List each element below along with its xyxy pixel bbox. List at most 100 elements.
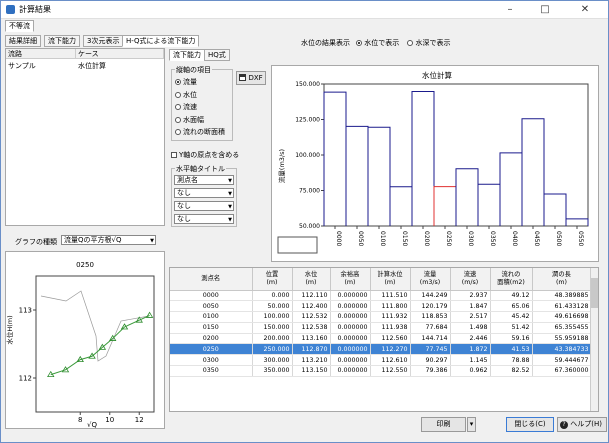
table-cell: 350.000 xyxy=(252,365,293,377)
x-tick-label: 0150 xyxy=(401,231,408,246)
table-cell: 0300 xyxy=(170,354,253,367)
x-tick-label: 0550 xyxy=(577,231,584,246)
table-row[interactable]: 0200 200.000 113.160 0.000000 112.560 144.714… xyxy=(170,333,592,345)
case-list-header-channel: 流路 xyxy=(6,49,76,59)
table-cell: 67.360000 xyxy=(532,365,592,377)
dxf-button[interactable]: DXF xyxy=(236,71,266,85)
graph-type-select[interactable]: 流量Qの平方根√Q ▼ xyxy=(61,235,156,245)
table-cell: 0.000 xyxy=(252,290,293,302)
table-header-cell[interactable]: 流量 (m3/s) xyxy=(410,268,451,291)
table-cell: 112.870 xyxy=(292,343,331,356)
yaxis-origin-checkbox[interactable]: Y軸の原点を含める xyxy=(171,150,239,160)
main-chart: 水位計算 流量(m3/s) 150.000 125.000 100.000 75.00… xyxy=(277,70,589,254)
yaxis-options: 流量 水位 流速 水面幅 流れの断面積 xyxy=(175,76,225,139)
table-cell: 250.000 xyxy=(252,343,293,356)
small-chart-title: 0250 xyxy=(76,261,94,269)
subtab-hq[interactable]: HQ式 xyxy=(204,49,230,61)
table-header-cell[interactable]: 測点名 xyxy=(170,268,253,291)
xaxis-select-4[interactable]: なし ▼ xyxy=(174,214,234,224)
xaxis-select-3[interactable]: なし ▼ xyxy=(174,201,234,211)
radio-flow[interactable]: 流量 xyxy=(175,76,225,89)
tab-result-detail[interactable]: 結果詳細 xyxy=(5,35,41,47)
radio-water-depth[interactable]: 水深で表示 xyxy=(407,39,450,47)
table-row[interactable]: 0350 350.000 113.150 0.000000 112.550 79.386 0… xyxy=(170,365,592,377)
table-cell: 112.610 xyxy=(370,354,411,367)
table-cell: 61.433128 xyxy=(532,300,592,313)
maximize-icon[interactable]: □ xyxy=(531,1,559,19)
radio-water-level[interactable]: 水位で表示 xyxy=(356,39,399,47)
xaxis-select-2[interactable]: なし ▼ xyxy=(174,188,234,198)
tab-unsteady[interactable]: 不等流 xyxy=(5,20,34,32)
table-cell: 300.000 xyxy=(252,354,293,367)
table-header-cell[interactable]: 位置 (m) xyxy=(252,268,293,291)
table-row[interactable]: 0100 100.000 112.532 0.000000 111.932 118.853… xyxy=(170,311,592,323)
radio-surface-width[interactable]: 水面幅 xyxy=(175,114,225,127)
yaxis-group: 縦軸の項目 流量 水位 流速 水面幅 流れの断面積 xyxy=(171,65,233,141)
table-header-cell[interactable]: 潤の長 (m) xyxy=(532,268,592,291)
calc-result-window: 計算結果 – □ ✕ 不等流 結果詳細 流下能力 3次元表示 H-Q式による流下… xyxy=(0,0,609,443)
x-tick-label: 0000 xyxy=(335,231,342,246)
y-tick-label: 100.000 xyxy=(295,152,320,159)
table-cell: 2.517 xyxy=(450,311,491,323)
app-icon xyxy=(6,5,15,14)
x-tick-label: 0350 xyxy=(489,231,496,246)
dropdown-arrow-icon: ▼ xyxy=(150,238,154,244)
table-cell: 45.42 xyxy=(490,311,533,323)
table-cell: 111.510 xyxy=(370,290,411,302)
table-row[interactable]: 0250 250.000 112.870 0.000000 112.270 77.745 1… xyxy=(170,343,592,356)
table-cell: 112.532 xyxy=(292,311,331,323)
table-header-cell[interactable]: 計算水位 (m) xyxy=(370,268,411,291)
table-cell: 0.000000 xyxy=(330,333,371,345)
table-cell: 0350 xyxy=(170,365,253,377)
table-cell: 112.550 xyxy=(370,365,411,377)
tab-flow-capacity[interactable]: 流下能力 xyxy=(44,35,80,47)
minimize-icon[interactable]: – xyxy=(496,1,524,19)
table-cell: 2.937 xyxy=(450,290,491,302)
table-header-cell[interactable]: 流れの 面積(m2) xyxy=(490,268,533,291)
scrollbar-thumb[interactable] xyxy=(591,278,598,308)
case-row-case[interactable]: 水位計算 xyxy=(78,61,106,71)
table-header-cell[interactable]: 水位 (m) xyxy=(292,268,331,291)
main-chart-ylabel: 流量(m3/s) xyxy=(277,149,286,183)
table-cell: 65.06 xyxy=(490,300,533,313)
table-row[interactable]: 0300 300.000 113.210 0.000000 112.610 90.297 1… xyxy=(170,354,592,367)
table-row[interactable]: 0150 150.000 112.538 0.000000 111.938 77.684 1… xyxy=(170,322,592,334)
radio-velocity[interactable]: 流速 xyxy=(175,101,225,114)
subtab-flow-capacity[interactable]: 流下能力 xyxy=(169,49,205,61)
table-cell: 0.000000 xyxy=(330,354,371,367)
table-cell: 0150 xyxy=(170,322,253,334)
table-row[interactable]: 0050 50.000 112.400 0.000000 111.800 120.179 1… xyxy=(170,300,592,313)
radio-area[interactable]: 流れの断面積 xyxy=(175,126,225,139)
table-cell: 49.616698 xyxy=(532,311,592,323)
close-button[interactable]: 閉じる(C) xyxy=(506,417,554,432)
close-icon[interactable]: ✕ xyxy=(571,1,599,19)
table-cell: 112.538 xyxy=(292,322,331,334)
table-cell: 90.297 xyxy=(410,354,451,367)
table-cell: 59.16 xyxy=(490,333,533,345)
case-row-channel[interactable]: サンプル xyxy=(8,61,36,71)
print-dropdown[interactable]: ▾ xyxy=(467,417,476,432)
table-cell: 50.000 xyxy=(252,300,293,313)
table-cell: 48.389885 xyxy=(532,290,592,302)
xaxis-select-1[interactable]: 測点名 ▼ xyxy=(174,175,234,185)
table-header-cell[interactable]: 流速 (m/s) xyxy=(450,268,491,291)
tab-3d[interactable]: 3次元表示 xyxy=(83,35,124,47)
table-header-cell[interactable]: 余裕高 (m) xyxy=(330,268,371,291)
table-cell: 112.560 xyxy=(370,333,411,345)
print-button[interactable]: 印刷 xyxy=(421,417,466,432)
y-tick-label: 75.000 xyxy=(299,188,320,195)
radio-level[interactable]: 水位 xyxy=(175,89,225,102)
table-cell: 77.684 xyxy=(410,322,451,334)
table-scrollbar[interactable] xyxy=(590,268,598,411)
table-row[interactable]: 0000 0.000 112.110 0.000000 111.510 144.249 2.… xyxy=(170,290,592,302)
help-button[interactable]: ? ヘルプ(H) xyxy=(557,417,607,432)
table-cell: 144.249 xyxy=(410,290,451,302)
tab-hq-capacity[interactable]: H-Q式による流下能力 xyxy=(122,35,200,47)
table-cell: 112.270 xyxy=(370,343,411,356)
dropdown-arrow-icon: ▼ xyxy=(228,204,232,210)
table-cell: 120.179 xyxy=(410,300,451,313)
table-cell: 0050 xyxy=(170,300,253,313)
table-cell: 200.000 xyxy=(252,333,293,345)
table-cell: 113.160 xyxy=(292,333,331,345)
help-icon: ? xyxy=(560,421,568,429)
